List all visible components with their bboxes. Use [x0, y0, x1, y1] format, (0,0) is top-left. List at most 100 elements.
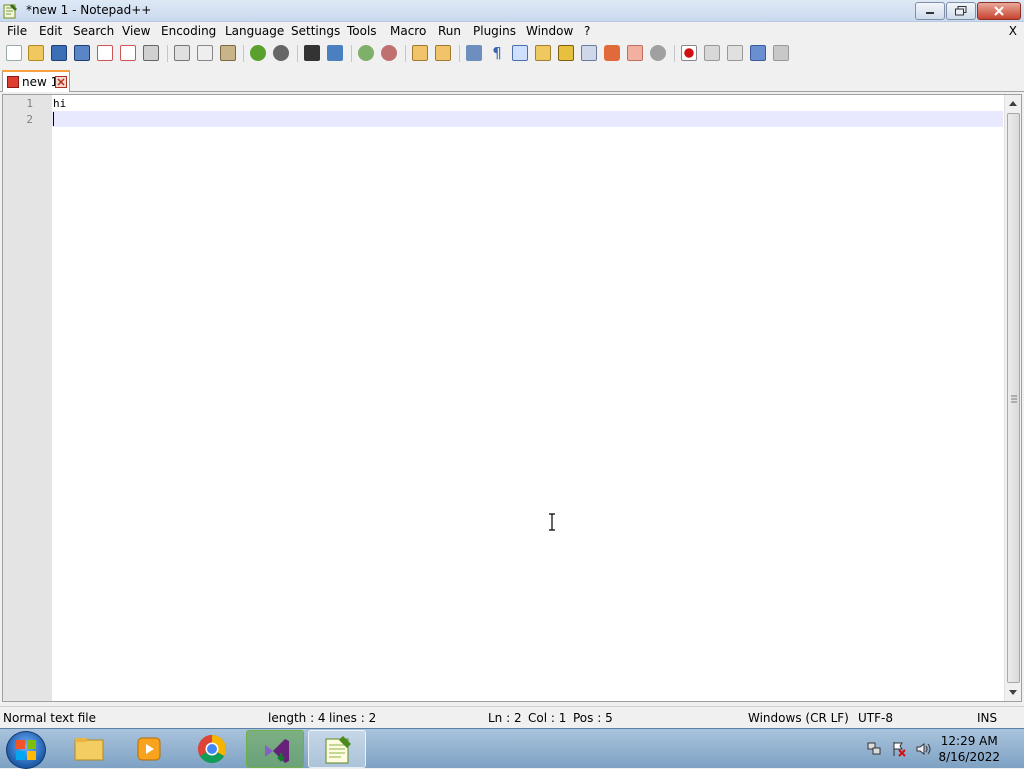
zoom-in-icon[interactable] — [358, 45, 374, 61]
line-number-gutter: 1 2 — [3, 95, 52, 701]
user-define-lang-icon[interactable] — [535, 45, 551, 61]
record-macro-icon[interactable] — [650, 45, 666, 61]
close-window-button[interactable] — [977, 2, 1021, 20]
windows-logo-icon — [16, 740, 36, 760]
run-multiple-icon[interactable] — [750, 45, 766, 61]
toolbar: ¶ — [0, 42, 1024, 66]
copy-icon[interactable] — [197, 45, 213, 61]
folder-workspace-icon[interactable] — [604, 45, 620, 61]
vertical-scrollbar[interactable] — [1004, 95, 1021, 701]
start-record-icon[interactable] — [681, 45, 697, 61]
close-icon[interactable] — [97, 45, 113, 61]
function-list-icon[interactable] — [581, 45, 597, 61]
ibeam-cursor-icon — [549, 513, 555, 531]
close-document-button[interactable]: X — [1009, 24, 1017, 38]
action-center-flag-icon[interactable] — [891, 741, 907, 757]
notepad-plus-plus-app-icon[interactable] — [3, 3, 18, 19]
line-number: 2 — [26, 113, 33, 126]
paste-icon[interactable] — [220, 45, 236, 61]
scroll-up-arrow-icon[interactable] — [1009, 101, 1017, 106]
menu-window[interactable]: Window — [526, 24, 573, 38]
window-controls — [914, 2, 1021, 20]
save-icon[interactable] — [51, 45, 67, 61]
status-insert-mode[interactable]: INS — [977, 711, 997, 725]
stop-record-icon[interactable] — [704, 45, 720, 61]
status-bar: Normal text file length : 4 lines : 2 Ln… — [0, 706, 1024, 728]
file-explorer-icon — [74, 738, 104, 761]
line-number: 1 — [26, 97, 33, 110]
code-line[interactable]: hi — [53, 97, 66, 110]
menu-view[interactable]: View — [122, 24, 150, 38]
editor-area[interactable]: 1 2 hi — [2, 94, 1022, 702]
tab-new-1[interactable]: new 1 — [2, 70, 70, 92]
taskbar-file-explorer[interactable] — [60, 730, 118, 768]
start-button[interactable] — [6, 731, 46, 769]
unsaved-document-icon — [7, 76, 19, 88]
menu-language[interactable]: Language — [225, 24, 284, 38]
title-bar[interactable]: *new 1 - Notepad++ — [0, 0, 1024, 22]
clock[interactable]: 12:29 AM 8/16/2022 — [938, 733, 1000, 765]
doc-map-icon[interactable] — [558, 45, 574, 61]
menu-settings[interactable]: Settings — [291, 24, 340, 38]
menu-bar: File Edit Search View Encoding Language … — [0, 22, 1024, 42]
save-macro-icon[interactable] — [773, 45, 789, 61]
notepad-plus-plus-icon — [325, 736, 351, 764]
open-file-icon[interactable] — [28, 45, 44, 61]
scrollbar-thumb[interactable] — [1007, 113, 1020, 683]
volume-icon[interactable] — [915, 741, 931, 757]
toolbar-separator — [459, 45, 460, 62]
restore-icon — [955, 6, 967, 16]
clock-date: 8/16/2022 — [938, 750, 1000, 764]
menu-plugins[interactable]: Plugins — [473, 24, 516, 38]
network-icon[interactable] — [866, 741, 882, 757]
status-eol[interactable]: Windows (CR LF) — [748, 711, 849, 725]
print-icon[interactable] — [143, 45, 159, 61]
word-wrap-icon[interactable] — [466, 45, 482, 61]
find-icon[interactable] — [304, 45, 320, 61]
menu-run[interactable]: Run — [438, 24, 461, 38]
window-title: *new 1 - Notepad++ — [26, 3, 152, 17]
media-player-icon — [137, 737, 161, 761]
scroll-down-arrow-icon[interactable] — [1009, 690, 1017, 695]
chrome-icon — [198, 735, 226, 763]
new-file-icon[interactable] — [6, 45, 22, 61]
menu-encoding[interactable]: Encoding — [161, 24, 216, 38]
restore-button[interactable] — [946, 2, 976, 20]
close-all-icon[interactable] — [120, 45, 136, 61]
zoom-out-icon[interactable] — [381, 45, 397, 61]
menu-macro[interactable]: Macro — [390, 24, 426, 38]
redo-icon[interactable] — [273, 45, 289, 61]
save-all-icon[interactable] — [74, 45, 90, 61]
menu-tools[interactable]: Tools — [347, 24, 377, 38]
status-encoding[interactable]: UTF-8 — [858, 711, 893, 725]
replace-icon[interactable] — [327, 45, 343, 61]
toolbar-separator — [674, 45, 675, 62]
taskbar-media-player[interactable] — [120, 730, 178, 768]
show-all-chars-icon[interactable]: ¶ — [489, 45, 505, 61]
menu-edit[interactable]: Edit — [39, 24, 62, 38]
taskbar-visual-studio-installer[interactable] — [246, 730, 304, 768]
menu-help[interactable]: ? — [584, 24, 590, 38]
toolbar-separator — [351, 45, 352, 62]
monitoring-icon[interactable] — [627, 45, 643, 61]
clock-time: 12:29 AM — [940, 734, 998, 748]
menu-file[interactable]: File — [7, 24, 27, 38]
sync-horizontal-icon[interactable] — [435, 45, 451, 61]
status-col: Col : 1 — [528, 711, 567, 725]
current-line-highlight — [52, 111, 1003, 127]
sync-vertical-icon[interactable] — [412, 45, 428, 61]
minimize-button[interactable] — [915, 2, 945, 20]
playback-icon[interactable] — [727, 45, 743, 61]
taskbar-chrome[interactable] — [183, 730, 241, 768]
undo-icon[interactable] — [250, 45, 266, 61]
notepad-plus-plus-window: *new 1 - Notepad++ File Edit Search View… — [0, 0, 1024, 769]
grip-icon — [1011, 395, 1017, 403]
cut-icon[interactable] — [174, 45, 190, 61]
taskbar-notepad-plus-plus[interactable] — [308, 730, 366, 768]
text-caret — [53, 112, 54, 126]
menu-search[interactable]: Search — [73, 24, 114, 38]
tab-close-icon[interactable] — [55, 76, 67, 88]
indent-guide-icon[interactable] — [512, 45, 528, 61]
toolbar-separator — [405, 45, 406, 62]
toolbar-separator — [167, 45, 168, 62]
